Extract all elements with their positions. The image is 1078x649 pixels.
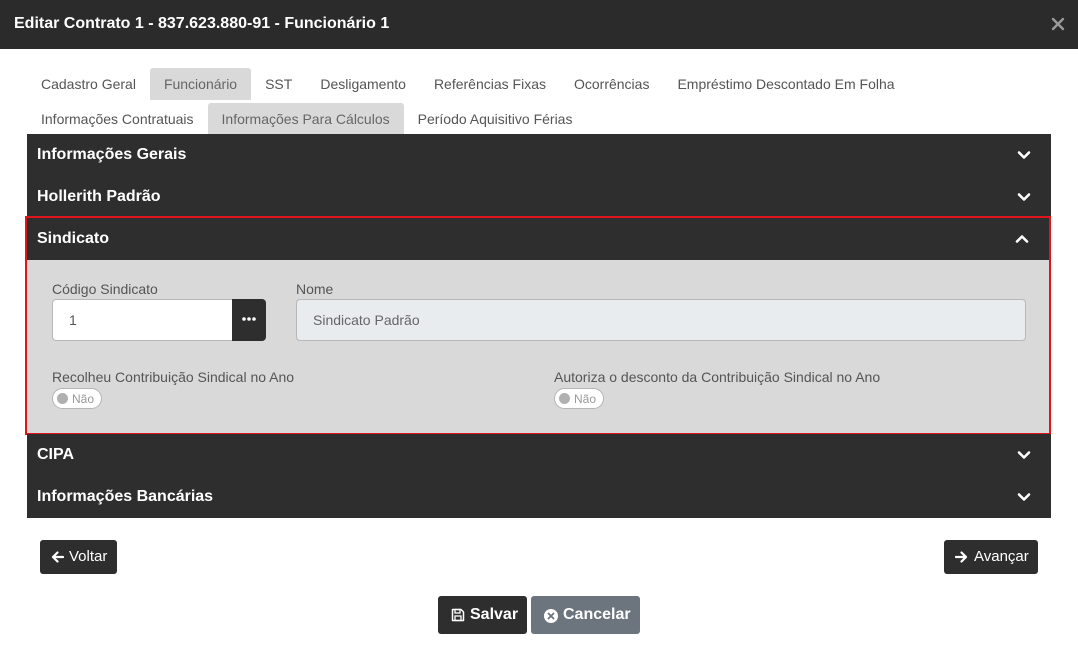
toggle-knob [559,393,570,404]
floppy-disk-icon [451,608,465,622]
chevron-down-icon [1017,190,1031,204]
cancel-button[interactable]: Cancelar [531,596,640,634]
section-sindicato-header[interactable]: Sindicato [27,218,1049,260]
chevron-up-icon [1015,232,1029,246]
ellipsis-icon [242,317,256,321]
close-icon [1051,17,1065,31]
nome-sindicato-field: Sindicato Padrão [296,299,1026,341]
section-informacoes-gerais-title: Informações Gerais [37,146,187,163]
nome-label: Nome [296,281,334,297]
recolheu-contribuicao-label: Recolheu Contribuição Sindical no Ano [52,369,295,385]
section-cipa-title: CIPA [37,446,75,463]
arrow-left-icon [51,551,64,563]
chevron-down-icon [1017,148,1031,162]
tab-ocorrencias[interactable]: Ocorrências [560,68,663,100]
circle-x-icon [544,609,558,623]
toggle-knob [57,393,68,404]
arrow-right-icon [955,551,968,563]
section-hollerith-title: Hollerith Padrão [37,188,161,205]
autoriza-desconto-label: Autoriza o desconto da Contribuição Sind… [554,369,881,385]
tab-informacoes-contratuais[interactable]: Informações Contratuais [27,103,208,135]
section-hollerith-header[interactable]: Hollerith Padrão [27,176,1051,218]
section-sindicato: Sindicato Código Sindicato 1 Nome Sindic… [25,216,1051,435]
tab-emprestimo-descontado[interactable]: Empréstimo Descontado Em Folha [663,68,908,100]
save-button[interactable]: Salvar [438,596,527,634]
codigo-sindicato-label: Código Sindicato [52,281,158,297]
next-button-label: Avançar [974,548,1029,565]
toggle-state-label: Não [72,392,95,406]
back-button-label: Voltar [69,548,108,565]
toggle-state-label: Não [574,392,597,406]
codigo-sindicato-input[interactable]: 1 [52,299,234,341]
modal-header: Editar Contrato 1 - 837.623.880-91 - Fun… [0,0,1078,49]
tab-cadastro-geral[interactable]: Cadastro Geral [27,68,150,100]
section-informacoes-bancarias-header[interactable]: Informações Bancárias [27,476,1051,518]
cancel-button-label: Cancelar [563,606,631,623]
chevron-down-icon [1017,448,1031,462]
autoriza-desconto-toggle[interactable]: Não [554,388,604,409]
tab-bar-row-1: Cadastro Geral Funcionário SST Desligame… [27,68,909,100]
close-button[interactable] [1048,14,1068,34]
section-cipa-header[interactable]: CIPA [27,434,1051,476]
tab-funcionario[interactable]: Funcionário [149,68,252,100]
section-informacoes-bancarias-title: Informações Bancárias [37,488,214,505]
section-sindicato-title: Sindicato [37,230,110,247]
back-button[interactable]: Voltar [40,540,117,574]
section-informacoes-gerais-header[interactable]: Informações Gerais [27,134,1051,176]
tab-desligamento[interactable]: Desligamento [306,68,420,100]
tab-periodo-aquisitivo-ferias[interactable]: Período Aquisitivo Férias [404,103,587,135]
next-button[interactable]: Avançar [944,540,1038,574]
tab-referencias-fixas[interactable]: Referências Fixas [420,68,560,100]
tab-informacoes-para-calculos[interactable]: Informações Para Cálculos [207,103,404,135]
tab-sst[interactable]: SST [251,68,306,100]
modal-title: Editar Contrato 1 - 837.623.880-91 - Fun… [14,15,390,32]
lookup-sindicato-button[interactable] [232,299,266,341]
save-button-label: Salvar [470,606,519,623]
recolheu-contribuicao-toggle[interactable]: Não [52,388,102,409]
tab-bar-row-2: Informações Contratuais Informações Para… [27,103,586,135]
chevron-down-icon [1017,490,1031,504]
